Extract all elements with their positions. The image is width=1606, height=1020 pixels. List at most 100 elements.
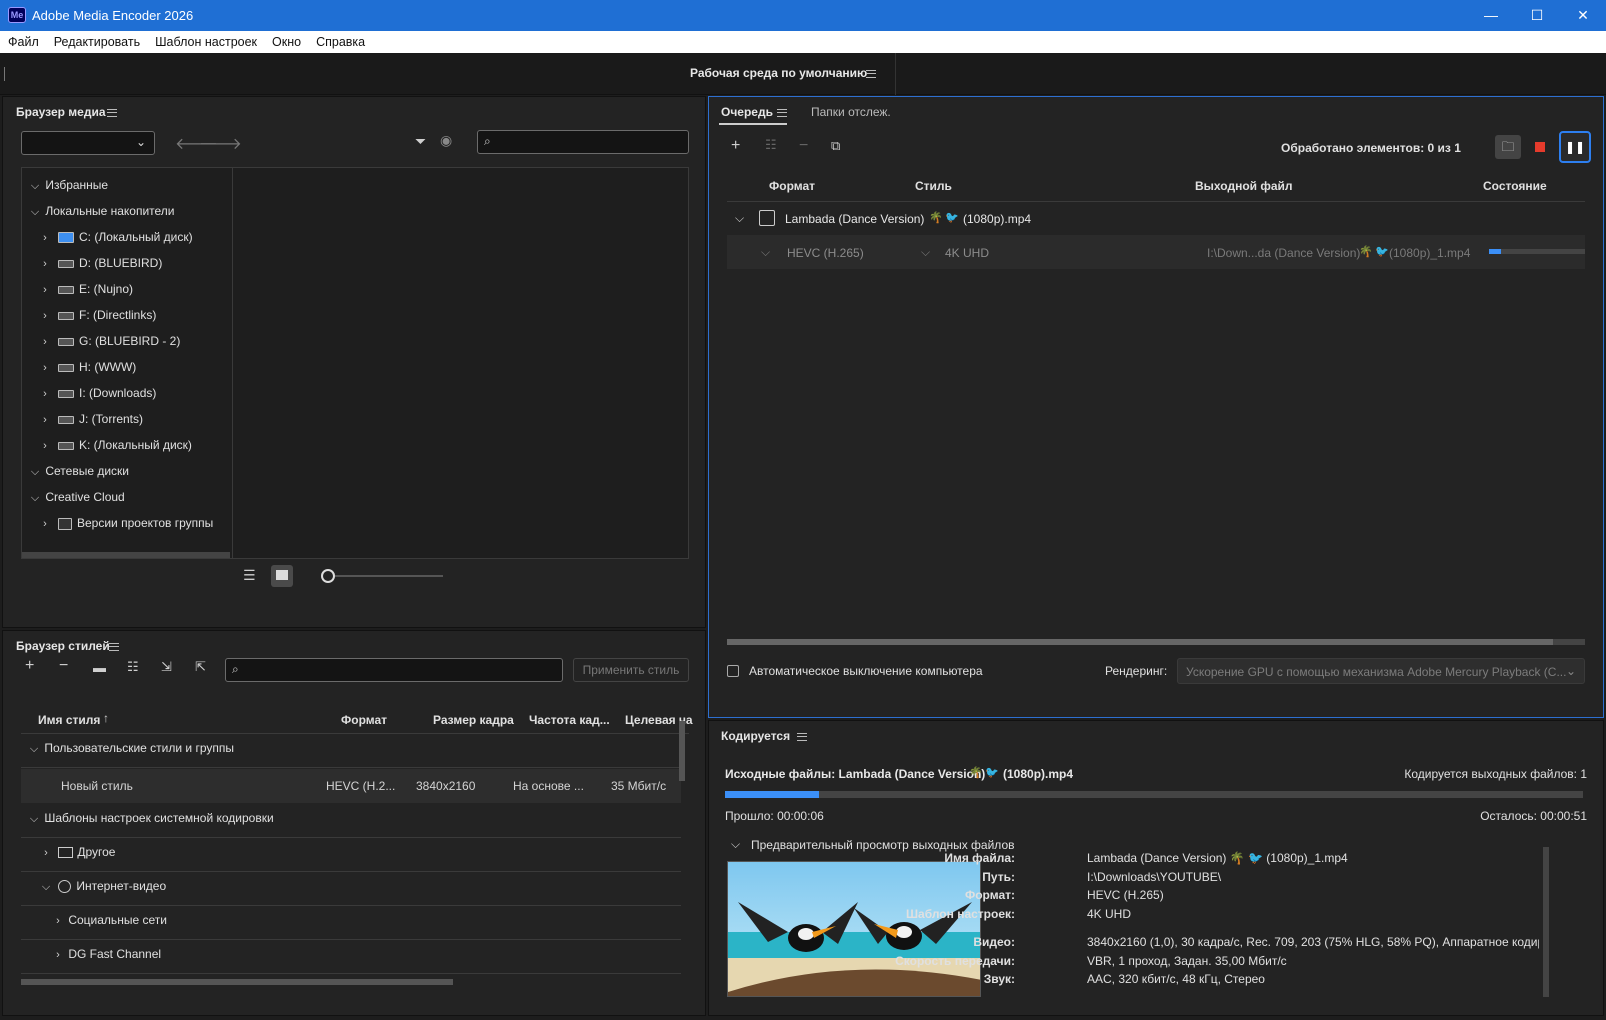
workspace-menu-icon[interactable] bbox=[866, 70, 876, 78]
thumbnail-view-button[interactable] bbox=[271, 565, 293, 587]
chevron-down-icon[interactable]: ⌵ bbox=[28, 199, 42, 225]
tree-item[interactable]: ⌵ Сетевые диски bbox=[28, 458, 129, 484]
tree-item[interactable]: › I: (Downloads) bbox=[38, 380, 156, 406]
import-preset-icon[interactable]: ⇲ bbox=[161, 659, 172, 675]
chevron-right-icon[interactable]: › bbox=[38, 225, 52, 251]
col-output-file[interactable]: Выходной файл bbox=[1195, 179, 1293, 193]
chevron-down-icon[interactable]: ⌵ bbox=[28, 485, 42, 511]
chevron-down-icon[interactable]: ⌵ bbox=[28, 173, 42, 199]
group-web-video[interactable]: ⌵ Интернет-видео bbox=[39, 873, 166, 899]
export-preset-icon[interactable]: ⇱ bbox=[195, 659, 206, 675]
tree-item[interactable]: ⌵ Creative Cloud bbox=[28, 484, 125, 510]
queue-output-row[interactable]: ⌵ HEVC (H.265) ⌵ 4K UHD I:\Down...da (Da… bbox=[727, 235, 1585, 269]
minimize-button[interactable]: — bbox=[1468, 0, 1514, 31]
queue-menu-icon[interactable] bbox=[777, 109, 787, 117]
output-format[interactable]: HEVC (H.265) bbox=[787, 246, 864, 260]
chevron-right-icon[interactable]: › bbox=[38, 511, 52, 537]
tab-watch-folders[interactable]: Папки отслеж. bbox=[811, 105, 891, 119]
queue-source-row[interactable]: ⌵ Lambada (Dance Version) 🌴 🐦 (1080p).mp… bbox=[727, 203, 1585, 235]
col-frame-size[interactable]: Размер кадра bbox=[433, 713, 514, 727]
chevron-right-icon[interactable]: › bbox=[38, 251, 52, 277]
style-search-input[interactable]: ⌕ bbox=[225, 658, 563, 682]
col-format[interactable]: Формат bbox=[769, 179, 815, 193]
eye-icon[interactable]: ◉ bbox=[440, 132, 452, 149]
chevron-down-icon[interactable]: ⌵ bbox=[28, 459, 42, 485]
menu-window[interactable]: Окно bbox=[264, 31, 308, 49]
tree-item[interactable]: › G: (BLUEBIRD - 2) bbox=[38, 328, 180, 354]
output-file[interactable]: I:\Down...da (Dance Version) bbox=[1207, 246, 1360, 260]
col-format[interactable]: Формат bbox=[341, 713, 387, 727]
tree-item[interactable]: ⌵ Избранные bbox=[28, 172, 108, 198]
detail-key: Путь: bbox=[982, 869, 1015, 884]
queue-progress-fill bbox=[1489, 249, 1502, 254]
tree-scrollbar[interactable] bbox=[22, 552, 230, 558]
media-search-input[interactable]: ⌕ bbox=[477, 130, 689, 154]
add-preset-icon[interactable]: + bbox=[25, 657, 34, 675]
tab-queue[interactable]: Очередь bbox=[721, 105, 773, 119]
group-dg-fast[interactable]: › DG Fast Channel bbox=[51, 941, 161, 967]
horizontal-scrollbar[interactable] bbox=[727, 639, 1585, 645]
group-other[interactable]: › Другое bbox=[39, 839, 115, 865]
chevron-right-icon[interactable]: › bbox=[38, 355, 52, 381]
pause-button[interactable]: ❚❚ bbox=[1559, 131, 1591, 163]
duplicate-icon[interactable]: ⧉ bbox=[831, 138, 840, 154]
horizontal-scrollbar[interactable] bbox=[21, 979, 453, 985]
preset-size: 3840x2160 bbox=[416, 779, 476, 793]
tree-item[interactable]: › J: (Torrents) bbox=[38, 406, 143, 432]
chevron-right-icon[interactable]: › bbox=[38, 303, 52, 329]
remove-preset-icon[interactable]: − bbox=[59, 657, 68, 675]
tree-item[interactable]: › K: (Локальный диск) bbox=[38, 432, 192, 458]
tree-item[interactable]: › Версии проектов группы bbox=[38, 510, 213, 536]
close-button[interactable]: ✕ bbox=[1560, 0, 1606, 31]
chevron-right-icon[interactable]: › bbox=[38, 329, 52, 355]
workspace-name[interactable]: Рабочая среда по умолчанию bbox=[690, 66, 867, 80]
media-browser-menu-icon[interactable] bbox=[107, 109, 117, 117]
zoom-slider-handle[interactable] bbox=[321, 569, 335, 583]
chevron-right-icon[interactable]: › bbox=[38, 277, 52, 303]
preset-row[interactable]: Новый стиль HEVC (H.2... 3840x2160 На ос… bbox=[21, 769, 681, 803]
maximize-button[interactable]: ☐ bbox=[1514, 0, 1560, 31]
group-user-presets[interactable]: ⌵ Пользовательские стили и группы bbox=[27, 735, 234, 761]
group-social[interactable]: › Социальные сети bbox=[51, 907, 167, 933]
apply-style-button[interactable]: Применить стиль bbox=[573, 658, 689, 682]
scrollbar-thumb[interactable] bbox=[727, 639, 1553, 645]
zoom-slider-track[interactable] bbox=[335, 575, 443, 577]
output-preset[interactable]: 4K UHD bbox=[945, 246, 989, 260]
menu-preset[interactable]: Шаблон настроек bbox=[147, 31, 264, 49]
chevron-right-icon[interactable]: › bbox=[38, 407, 52, 433]
render-dropdown[interactable]: Ускорение GPU с помощью механизма Adobe … bbox=[1177, 658, 1585, 684]
details-scrollbar[interactable] bbox=[1543, 847, 1549, 997]
tree-item[interactable]: › D: (BLUEBIRD) bbox=[38, 250, 162, 276]
col-style-name[interactable]: Имя стиля bbox=[38, 713, 100, 727]
tree-item[interactable]: › F: (Directlinks) bbox=[38, 302, 156, 328]
chevron-right-icon[interactable]: › bbox=[38, 433, 52, 459]
settings-icon[interactable]: ☷ bbox=[765, 137, 777, 153]
list-view-icon[interactable]: ☰ bbox=[243, 567, 256, 584]
output-folder-button[interactable]: 🗀 bbox=[1495, 135, 1521, 159]
add-source-icon[interactable]: + bbox=[731, 137, 740, 155]
settings-icon[interactable]: ☷ bbox=[127, 659, 139, 675]
tree-item[interactable]: › E: (Nujno) bbox=[38, 276, 133, 302]
chevron-right-icon[interactable]: › bbox=[38, 381, 52, 407]
forward-arrow-icon[interactable]: 🡒 bbox=[199, 133, 242, 154]
col-status[interactable]: Состояние bbox=[1483, 179, 1547, 193]
tree-item[interactable]: › H: (WWW) bbox=[38, 354, 136, 380]
style-browser-menu-icon[interactable] bbox=[109, 643, 119, 651]
col-frame-rate[interactable]: Частота кад... bbox=[529, 713, 610, 727]
vertical-scrollbar[interactable] bbox=[679, 721, 685, 781]
filter-icon[interactable]: ⏷ bbox=[415, 133, 426, 150]
menu-edit[interactable]: Редактировать bbox=[46, 31, 147, 49]
menu-file[interactable]: Файл bbox=[0, 31, 46, 49]
divider bbox=[21, 767, 681, 768]
remove-icon[interactable]: − bbox=[799, 137, 808, 155]
location-dropdown[interactable]: ⌄ bbox=[21, 131, 155, 155]
stop-button[interactable] bbox=[1535, 142, 1545, 152]
group-system-presets[interactable]: ⌵ Шаблоны настроек системной кодировки bbox=[27, 805, 274, 831]
menu-help[interactable]: Справка bbox=[308, 31, 372, 49]
auto-shutdown-checkbox[interactable] bbox=[727, 665, 739, 677]
window-title: Adobe Media Encoder 2026 bbox=[32, 8, 194, 23]
new-group-icon[interactable]: ▬ bbox=[93, 660, 106, 675]
col-preset[interactable]: Стиль bbox=[915, 179, 952, 193]
tree-item[interactable]: ⌵ Локальные накопители bbox=[28, 198, 175, 224]
tree-item[interactable]: › C: (Локальный диск) bbox=[38, 224, 192, 251]
